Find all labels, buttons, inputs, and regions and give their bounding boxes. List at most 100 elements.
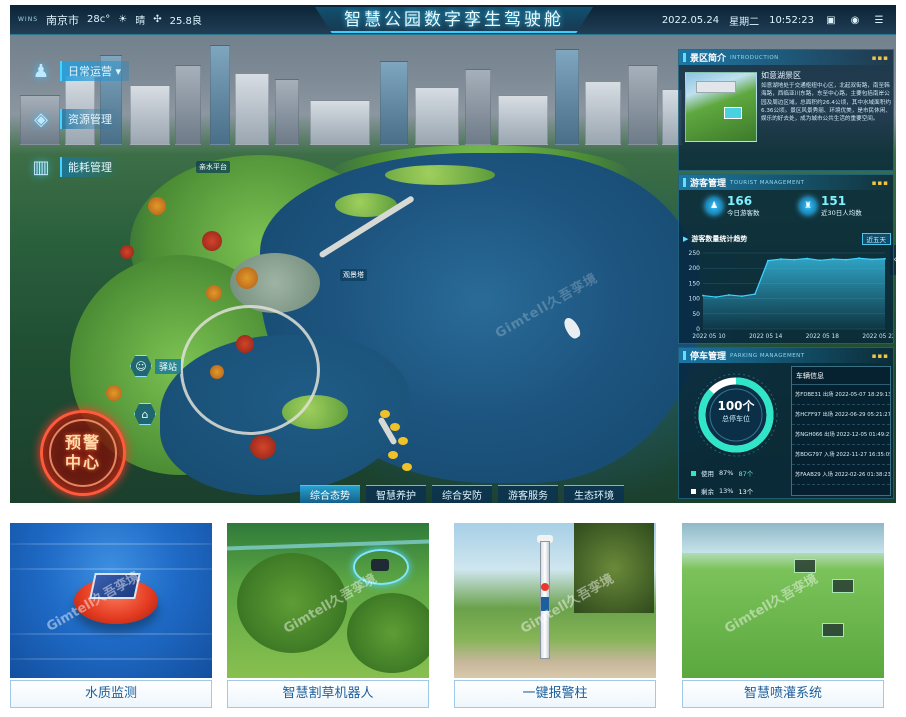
thumbnail-water-quality[interactable]: Gimtell久吾孪境 水质监测	[10, 523, 212, 710]
vehicle-info-list: 车辆信息 苏FDBE31 出场 2022-05-07 18:29:13 苏HCF…	[791, 366, 891, 496]
thumbnail-caption: 智慧割草机器人	[227, 680, 429, 708]
city-name[interactable]: 南京市	[46, 12, 79, 28]
thumbnail-caption: 水质监测	[10, 680, 212, 708]
menu-item-label: 能耗管理	[60, 157, 120, 177]
tab-ecology[interactable]: 生态环境	[564, 485, 624, 503]
tab-security[interactable]: 综合安防	[432, 485, 492, 503]
top-bar: WINS 南京市 28c° ☀ 晴 ✣ 25.8良 智慧公园数字孪生驾驶舱 20…	[10, 5, 896, 35]
data-point	[780, 258, 782, 260]
thumbnail-mowing-robot[interactable]: Gimtell久吾孪境 智慧割草机器人	[227, 523, 429, 710]
menu-icon[interactable]: ☰	[872, 13, 886, 27]
data-point	[871, 258, 873, 261]
scenic-area-name: 如意湖景区	[761, 71, 801, 80]
map-marker-building[interactable]: ⌂	[134, 403, 156, 425]
list-item[interactable]: 苏HCFF97 出场 2022-06-29 05:21:27	[792, 405, 890, 425]
left-menu: ♟ 日常运营 ▾ ◈ 资源管理 ▥ 能耗管理	[24, 47, 130, 191]
user-icon[interactable]: ◉	[848, 13, 862, 27]
parking-panel: 停车管理 PARKING MANAGEMENT ▪▪▪ 100个 总停车位 使用…	[678, 347, 894, 499]
poi-label[interactable]: 观景塔	[340, 269, 367, 281]
thumbnail-irrigation[interactable]: Gimtell久吾孪境 智慧喷灌系统	[682, 523, 884, 710]
stat-value: 151	[821, 194, 847, 208]
thumbnail-caption: 一键报警柱	[454, 680, 656, 708]
tourist-panel: 游客管理 TOURIST MANAGEMENT ▪▪▪ ♟ 166 今日游客数 …	[678, 174, 894, 344]
temperature: 28c°	[87, 14, 111, 25]
list-item[interactable]: 苏NGH066 出场 2022-12-05 01:49:23	[792, 425, 890, 445]
data-point	[767, 259, 769, 262]
bottom-nav: 综合态势 智慧养护 综合安防 游客服务 生态环境	[300, 485, 624, 503]
data-point	[884, 257, 886, 260]
decor-dots: ▪▪▪	[871, 53, 889, 62]
y-tick-label: 100	[689, 296, 701, 303]
y-tick-label: 250	[689, 250, 701, 257]
map-marker-station[interactable]: ☺ 驿站	[130, 355, 182, 377]
visitor-trend-chart: 0 50 100 150 200 250 2022 05 10 2022 05 14 2022 …	[689, 250, 893, 340]
range-select-button[interactable]: 近五天	[861, 233, 891, 245]
y-tick-label: 50	[692, 311, 700, 318]
briefcase-icon[interactable]: ▣	[824, 13, 838, 27]
page-root: 亲水平台 观景塔 Gimtell久吾孪境 ☺ 驿站 ⌂ WINS 南京市 28c…	[0, 0, 906, 717]
x-tick-label: 2022 05 14	[749, 334, 783, 340]
digital-twin-dashboard: 亲水平台 观景塔 Gimtell久吾孪境 ☺ 驿站 ⌂ WINS 南京市 28c…	[10, 5, 896, 503]
stat-label: 近30日人均数	[821, 209, 862, 217]
ring-value: 100个	[717, 399, 755, 413]
menu-item-resource-management[interactable]: ◈ 资源管理	[24, 95, 129, 143]
y-tick-label: 200	[689, 265, 701, 272]
x-tick-label: 2022 05 18	[806, 334, 840, 340]
stat-value: 166	[727, 194, 753, 208]
alarm-pillar-image: Gimtell久吾孪境	[454, 523, 656, 678]
data-point	[819, 259, 821, 262]
trend-title: 游客数量统计趋势	[691, 235, 748, 243]
legend-used: 使用 87% 87个	[691, 468, 753, 478]
data-point	[754, 293, 756, 295]
right-panel: 景区简介 INTRODUCTION ▪▪▪ 如意湖景区 如意湖地处于交通枢纽中心…	[678, 49, 894, 499]
weather-text: 晴	[135, 16, 146, 27]
y-tick-label: 0	[696, 326, 700, 333]
house-icon: ⌂	[134, 403, 156, 425]
legend-percent: 13%	[719, 487, 734, 495]
stat-average-visitors: ♜ 151 近30日人均数	[799, 195, 862, 217]
park-path	[180, 305, 320, 435]
list-item[interactable]: 苏FDBE31 出场 2022-05-07 18:29:13	[792, 385, 890, 405]
panel-subtitle: TOURIST MANAGEMENT	[730, 179, 805, 186]
x-tick-label: 2022 05 22	[862, 334, 893, 340]
data-point	[845, 258, 847, 261]
data-point	[793, 258, 795, 261]
thumbnail-alarm-pillar[interactable]: Gimtell久吾孪境 一键报警柱	[454, 523, 656, 710]
parking-ring: 100个 总停车位	[691, 370, 781, 460]
legend-count: 13个	[738, 488, 754, 496]
list-item[interactable]: 苏FAAB29 入场 2022-02-26 01:38:23	[792, 465, 890, 485]
robot-mower-icon	[371, 559, 389, 571]
poi-label[interactable]: 亲水平台	[196, 161, 230, 173]
bullet-icon: ▶	[683, 235, 689, 243]
data-point	[715, 296, 717, 298]
aqi-icon: ✣	[153, 14, 162, 25]
panel-subtitle: INTRODUCTION	[730, 54, 779, 61]
y-tick-label: 150	[689, 280, 701, 287]
list-item[interactable]: 苏BDG797 入场 2022-11-27 16:35:05	[792, 445, 890, 465]
data-point	[806, 257, 808, 260]
tab-overview[interactable]: 综合态势	[300, 485, 360, 503]
vehicle-info-title: 车辆信息	[792, 367, 890, 385]
menu-item-energy-management[interactable]: ▥ 能耗管理	[24, 143, 129, 191]
scenic-area-description: 如意湖地处于交通枢纽中心区，北起双街路，南至韩海路，西临亚川东路，东至中心路，主…	[761, 83, 891, 123]
layers-icon: ◈	[34, 108, 48, 130]
people-icon: ☺	[130, 355, 152, 377]
warning-center-button[interactable]: 预警 中心	[40, 410, 126, 496]
feature-thumbnails: Gimtell久吾孪境 水质监测 Gimtell久吾孪境 智慧割草机器人 Gim…	[10, 523, 896, 713]
trend-header: ▶ 游客数量统计趋势 近五天	[683, 233, 891, 245]
tab-maintenance[interactable]: 智慧养护	[366, 485, 426, 503]
island	[385, 165, 495, 185]
air-quality: 25.8良	[169, 16, 202, 27]
x-tick-label: 2022 05 10	[692, 334, 726, 340]
thumbnail-caption: 智慧喷灌系统	[682, 680, 884, 708]
legend-remaining: 剩余 13% 13个	[691, 486, 753, 496]
building-icon: ▥	[32, 156, 50, 178]
panel-header: 游客管理 TOURIST MANAGEMENT ▪▪▪	[679, 175, 893, 190]
panel-title: 游客管理	[690, 179, 727, 189]
menu-item-daily-operation[interactable]: ♟ 日常运营 ▾	[24, 47, 130, 95]
tab-visitor-service[interactable]: 游客服务	[498, 485, 558, 503]
warning-line-1: 预警	[64, 433, 101, 452]
marker-label: 驿站	[155, 358, 182, 374]
data-point	[728, 294, 730, 296]
water-quality-image: Gimtell久吾孪境	[10, 523, 212, 678]
